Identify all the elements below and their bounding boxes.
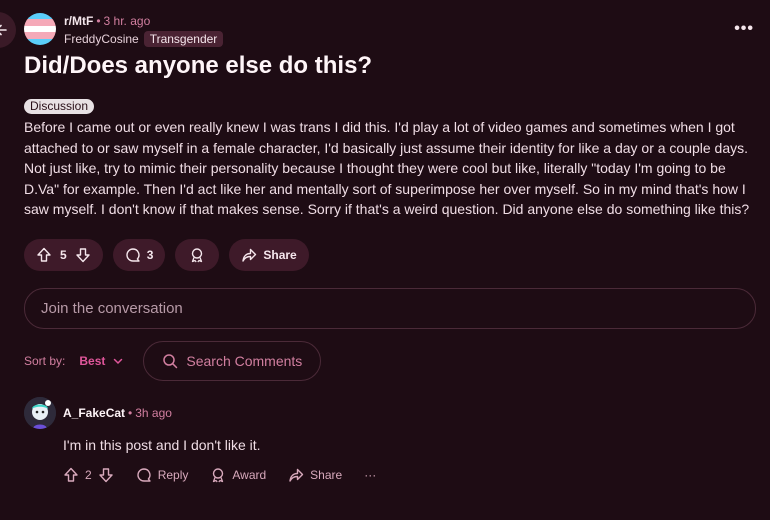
comment-time: 3h ago (135, 406, 172, 420)
comment-actions: 2 Reply Award Share ··· (63, 467, 398, 483)
avatar-image (24, 397, 56, 429)
vote-count: 5 (60, 248, 67, 262)
reply-label: Reply (157, 468, 189, 482)
search-comments-button[interactable]: Search Comments (143, 341, 322, 381)
search-icon (163, 354, 178, 369)
subreddit-name[interactable]: r/MtF (64, 14, 93, 28)
share-button[interactable]: Share (229, 239, 309, 271)
back-button[interactable] (0, 12, 16, 48)
comment-header: A_FakeCat • 3h ago (63, 406, 172, 420)
share-icon (242, 248, 257, 262)
avatar[interactable] (24, 397, 56, 429)
comment-share-button[interactable]: Share (288, 467, 342, 483)
comment-icon (125, 248, 140, 262)
downvote-icon[interactable] (98, 467, 114, 483)
award-icon (192, 248, 203, 263)
post-time: 3 hr. ago (103, 14, 151, 28)
separator-dot: • (128, 406, 133, 420)
subreddit-avatar[interactable] (24, 13, 56, 45)
sort-label: Sort by: (24, 354, 66, 368)
comment-author[interactable]: A_FakeCat (63, 406, 125, 420)
award-icon (213, 468, 224, 483)
join-conversation-input[interactable]: Join the conversation (24, 288, 756, 329)
separator-dot: • (96, 14, 101, 28)
comment-more-button[interactable]: ··· (364, 468, 376, 482)
comment-text: I'm in this post and I don't like it. (63, 437, 261, 453)
post-title: Did/Does anyone else do this? (24, 52, 373, 79)
award-label: Award (232, 468, 267, 482)
reply-button[interactable]: Reply (136, 467, 189, 483)
post-flair[interactable]: Discussion (24, 99, 95, 114)
upvote-icon[interactable] (63, 467, 79, 483)
comment-count: 3 (146, 248, 154, 262)
downvote-icon[interactable] (75, 247, 91, 263)
post-author[interactable]: FreddyCosine (64, 30, 139, 48)
share-label: Share (310, 468, 343, 482)
comment-vote-control: 2 (63, 467, 114, 483)
comment-icon (136, 468, 151, 482)
ellipsis-icon: ••• (734, 20, 754, 37)
comments-button[interactable]: 3 (112, 239, 166, 271)
join-placeholder: Join the conversation (41, 300, 183, 317)
upvote-icon[interactable] (36, 247, 52, 263)
ellipsis-icon: ··· (364, 468, 377, 482)
chevron-down-icon (114, 358, 123, 365)
author-flair: Transgender (143, 31, 224, 47)
more-options-button[interactable]: ••• (734, 20, 754, 38)
share-label: Share (263, 248, 297, 262)
post-header: r/MtF • 3 hr. ago FreddyCosine Transgender (24, 13, 224, 48)
comment-award-button[interactable]: Award (210, 467, 266, 483)
arrow-left-icon (0, 24, 7, 36)
sort-bar: Sort by: Best Search Comments (24, 341, 322, 381)
share-icon (289, 468, 304, 482)
sort-value: Best (79, 354, 106, 368)
search-comments-label: Search Comments (186, 353, 303, 369)
vote-control: 5 (24, 239, 103, 271)
post-actions: 5 3 Share (24, 239, 309, 271)
sort-dropdown[interactable]: Best (79, 354, 125, 368)
award-button[interactable] (175, 239, 220, 271)
post-body: Before I came out or even really knew I … (24, 119, 750, 217)
comment-vote-count: 2 (85, 468, 92, 482)
